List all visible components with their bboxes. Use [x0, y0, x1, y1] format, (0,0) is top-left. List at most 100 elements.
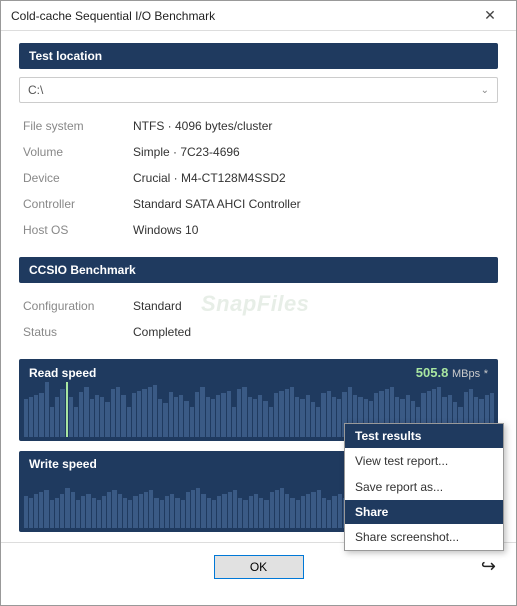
graph-bar [45, 382, 49, 437]
graph-bar [174, 397, 178, 437]
graph-bar [112, 490, 116, 528]
ok-button[interactable]: OK [214, 555, 304, 579]
graph-bar [95, 395, 99, 437]
graph-bar [296, 500, 300, 528]
graph-bar [322, 498, 326, 528]
location-value: C:\ [28, 83, 43, 97]
graph-bar [24, 496, 28, 528]
graph-bar [153, 385, 157, 437]
graph-bar [65, 488, 69, 528]
graph-bar [179, 395, 183, 437]
graph-bar [160, 500, 164, 528]
ccsio-header: CCSIO Benchmark [19, 257, 498, 283]
graph-bar [24, 399, 28, 437]
graph-bar [86, 494, 90, 528]
graph-bar [206, 397, 210, 437]
graph-bar [200, 387, 204, 437]
graph-bar [102, 496, 106, 528]
graph-bar [137, 391, 141, 437]
graph-bar [216, 395, 220, 437]
graph-bar [263, 401, 267, 437]
graph-bar [149, 490, 153, 528]
graph-bar [163, 403, 167, 437]
graph-bar [264, 500, 268, 528]
vol-value: Simple · 7C23-4696 [133, 145, 240, 159]
graph-bar [327, 391, 331, 437]
graph-bar [316, 407, 320, 437]
graph-bar [39, 393, 43, 437]
graph-bar [254, 494, 258, 528]
cfg-label: Configuration [23, 299, 133, 313]
graph-bar [123, 498, 127, 528]
graph-bar [34, 395, 38, 437]
graph-bar [233, 490, 237, 528]
graph-bar [165, 496, 169, 528]
fs-label: File system [23, 119, 133, 133]
test-location-header: Test location [19, 43, 498, 69]
dev-value: Crucial · M4-CT128M4SSD2 [133, 171, 286, 185]
graph-bar [50, 407, 54, 437]
graph-bar [154, 498, 158, 528]
graph-bar [237, 389, 241, 437]
info-row-status: Status Completed [23, 319, 494, 345]
graph-bar [317, 490, 321, 528]
graph-bar [248, 397, 252, 437]
graph-bar [55, 498, 59, 528]
graph-bar [121, 395, 125, 437]
st-value: Completed [133, 325, 191, 339]
graph-bar [190, 407, 194, 437]
graph-bar [76, 500, 80, 528]
graph-bar [253, 399, 257, 437]
graph-bar [285, 494, 289, 528]
graph-bar [201, 494, 205, 528]
info-row-fs: File system NTFS · 4096 bytes/cluster [23, 113, 494, 139]
graph-bar [321, 393, 325, 437]
os-label: Host OS [23, 223, 133, 237]
menu-item-save-report[interactable]: Save report as... [345, 474, 503, 500]
graph-bar [158, 399, 162, 437]
titlebar: Cold-cache Sequential I/O Benchmark ✕ [1, 1, 516, 31]
graph-bar [74, 407, 78, 437]
menu-item-view-report[interactable]: View test report... [345, 448, 503, 474]
graph-bar [290, 498, 294, 528]
graph-bar [60, 494, 64, 528]
graph-bar [170, 494, 174, 528]
share-icon[interactable]: ↪ [481, 556, 496, 577]
graph-bar [66, 382, 68, 437]
graph-bar [79, 392, 83, 437]
graph-bar [118, 494, 122, 528]
graph-bar [97, 500, 101, 528]
graph-bar [337, 399, 341, 437]
graph-bar [191, 490, 195, 528]
graph-bar [50, 500, 54, 528]
graph-bar [306, 395, 310, 437]
close-button[interactable]: ✕ [470, 2, 510, 30]
read-star: * [484, 368, 488, 380]
graph-bar [105, 402, 109, 437]
graph-bar [186, 492, 190, 528]
graph-bar [259, 498, 263, 528]
ctrl-value: Standard SATA AHCI Controller [133, 197, 301, 211]
dev-label: Device [23, 171, 133, 185]
location-dropdown[interactable]: C:\ ⌄ [19, 77, 498, 103]
graph-bar [285, 389, 289, 437]
graph-bar [84, 387, 88, 437]
graph-bar [195, 392, 199, 437]
graph-bar [290, 387, 294, 437]
graph-bar [300, 399, 304, 437]
graph-bar [148, 387, 152, 437]
context-menu: Test results View test report... Save re… [344, 423, 504, 551]
graph-bar [175, 498, 179, 528]
graph-bar [212, 500, 216, 528]
graph-bar [34, 494, 38, 528]
read-title: Read speed [29, 366, 96, 380]
graph-bar [217, 496, 221, 528]
menu-item-share-screenshot[interactable]: Share screenshot... [345, 524, 503, 550]
graph-bar [222, 494, 226, 528]
window-title: Cold-cache Sequential I/O Benchmark [11, 9, 215, 23]
graph-bar [279, 391, 283, 437]
graph-bar [132, 393, 136, 437]
graph-bar [232, 407, 236, 437]
graph-bar [221, 393, 225, 437]
graph-bar [227, 391, 231, 437]
